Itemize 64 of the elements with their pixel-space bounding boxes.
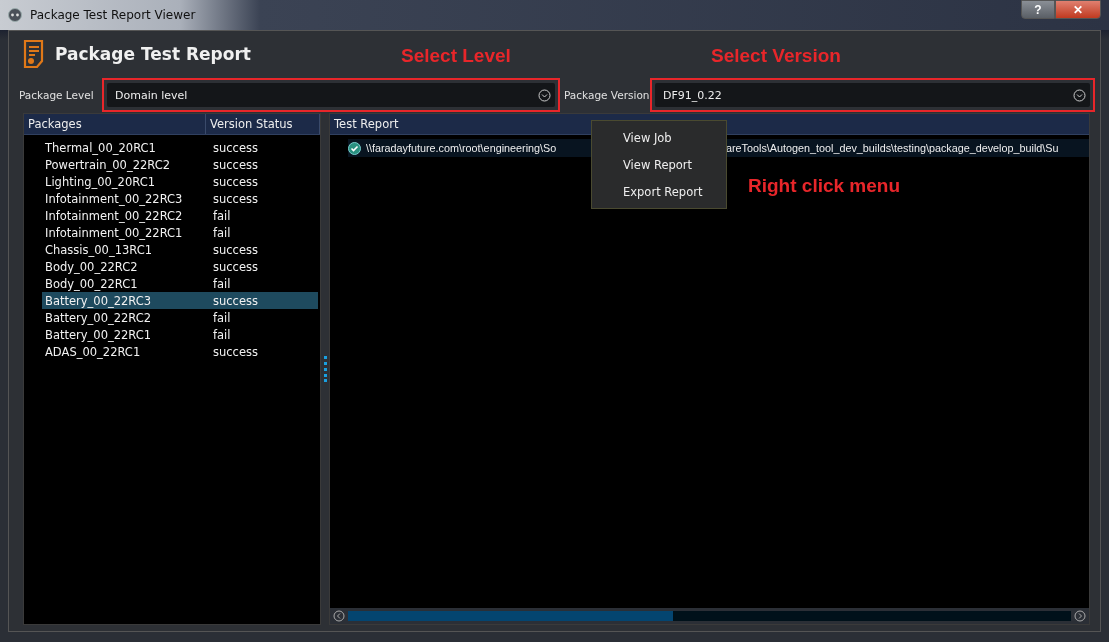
annotation-label: Select Level xyxy=(401,45,511,67)
package-row[interactable]: Infotainment_00_22RC3 success xyxy=(42,190,318,207)
package-row[interactable]: Chassis_00_13RC1 success xyxy=(42,241,318,258)
package-name: Lighting_00_20RC1 xyxy=(44,174,156,189)
package-name: Body_00_22RC2 xyxy=(44,259,139,274)
splitter-handle[interactable] xyxy=(323,356,327,382)
menu-item[interactable]: Export Report xyxy=(592,178,726,205)
package-name: Body_00_22RC1 xyxy=(44,276,139,291)
report-path[interactable]: \\faradayfuture.com\root\engineering\So xyxy=(366,142,557,154)
scroll-right-icon[interactable] xyxy=(1074,610,1086,622)
help-button[interactable]: ? xyxy=(1021,0,1055,19)
version-status: fail xyxy=(213,327,231,342)
version-status: fail xyxy=(213,208,231,223)
package-name: Battery_00_22RC1 xyxy=(44,327,153,342)
app-logo-icon xyxy=(8,8,22,22)
version-status: success xyxy=(213,174,258,189)
window-title: Package Test Report Viewer xyxy=(30,8,196,22)
menu-item[interactable]: View Report xyxy=(592,151,726,178)
package-name: Battery_00_22RC2 xyxy=(44,310,153,325)
package-row[interactable]: Body_00_22RC1 fail xyxy=(42,275,318,292)
column-header[interactable]: Packages xyxy=(24,114,206,134)
package-row[interactable]: Thermal_00_20RC1 success xyxy=(42,139,318,156)
chevron-down-icon xyxy=(1073,88,1086,102)
annotation-label: Select Version xyxy=(711,45,841,67)
chevron-down-icon xyxy=(538,88,551,102)
report-title: Package Test Report xyxy=(55,44,251,64)
version-status: fail xyxy=(213,276,231,291)
package-name: Battery_00_22RC3 xyxy=(44,293,153,308)
package-row[interactable]: Battery_00_22RC3 success xyxy=(42,292,318,309)
version-status: success xyxy=(213,293,258,308)
scrollbar-thumb[interactable] xyxy=(348,611,674,621)
scroll-left-icon[interactable] xyxy=(333,610,345,622)
package-version-dropdown[interactable]: DF91_0.22 xyxy=(655,83,1090,107)
package-name: Powertrain_00_22RC2 xyxy=(44,157,172,172)
version-status: success xyxy=(213,242,258,257)
package-row[interactable]: Powertrain_00_22RC2 success xyxy=(42,156,318,173)
report-certificate-icon xyxy=(23,39,45,69)
version-status: fail xyxy=(213,310,231,325)
close-button[interactable]: ✕ xyxy=(1055,0,1101,19)
package-row[interactable]: Infotainment_00_22RC2 fail xyxy=(42,207,318,224)
package-name: Infotainment_00_22RC2 xyxy=(44,208,184,223)
version-status: success xyxy=(213,344,258,359)
version-status: fail xyxy=(213,225,231,240)
annotation-label: Right click menu xyxy=(748,175,901,197)
package-name: Infotainment_00_22RC3 xyxy=(44,191,184,206)
package-row[interactable]: Body_00_22RC2 success xyxy=(42,258,318,275)
column-header[interactable]: Version Status xyxy=(206,114,320,134)
field-label: Package Level xyxy=(19,89,95,101)
package-name: Chassis_00_13RC1 xyxy=(44,242,154,257)
package-row[interactable]: Battery_00_22RC1 fail xyxy=(42,326,318,343)
package-row[interactable]: Infotainment_00_22RC1 fail xyxy=(42,224,318,241)
version-status: success xyxy=(213,157,258,172)
version-status: success xyxy=(213,259,258,274)
package-row[interactable]: Battery_00_22RC2 fail xyxy=(42,309,318,326)
package-name: Infotainment_00_22RC1 xyxy=(44,225,184,240)
version-status: success xyxy=(213,191,258,206)
package-level-dropdown[interactable]: Domain level xyxy=(107,83,555,107)
package-row[interactable]: Lighting_00_20RC1 success xyxy=(42,173,318,190)
package-name: Thermal_00_20RC1 xyxy=(44,140,157,155)
report-path[interactable]: areTools\Autogen_tool_dev_builds\testing\package_develop_build\Su xyxy=(726,142,1059,154)
package-name: ADAS_00_22RC1 xyxy=(44,344,142,359)
version-status: success xyxy=(213,140,258,155)
field-label: Package Version xyxy=(563,89,650,101)
package-row[interactable]: ADAS_00_22RC1 success xyxy=(42,343,318,360)
